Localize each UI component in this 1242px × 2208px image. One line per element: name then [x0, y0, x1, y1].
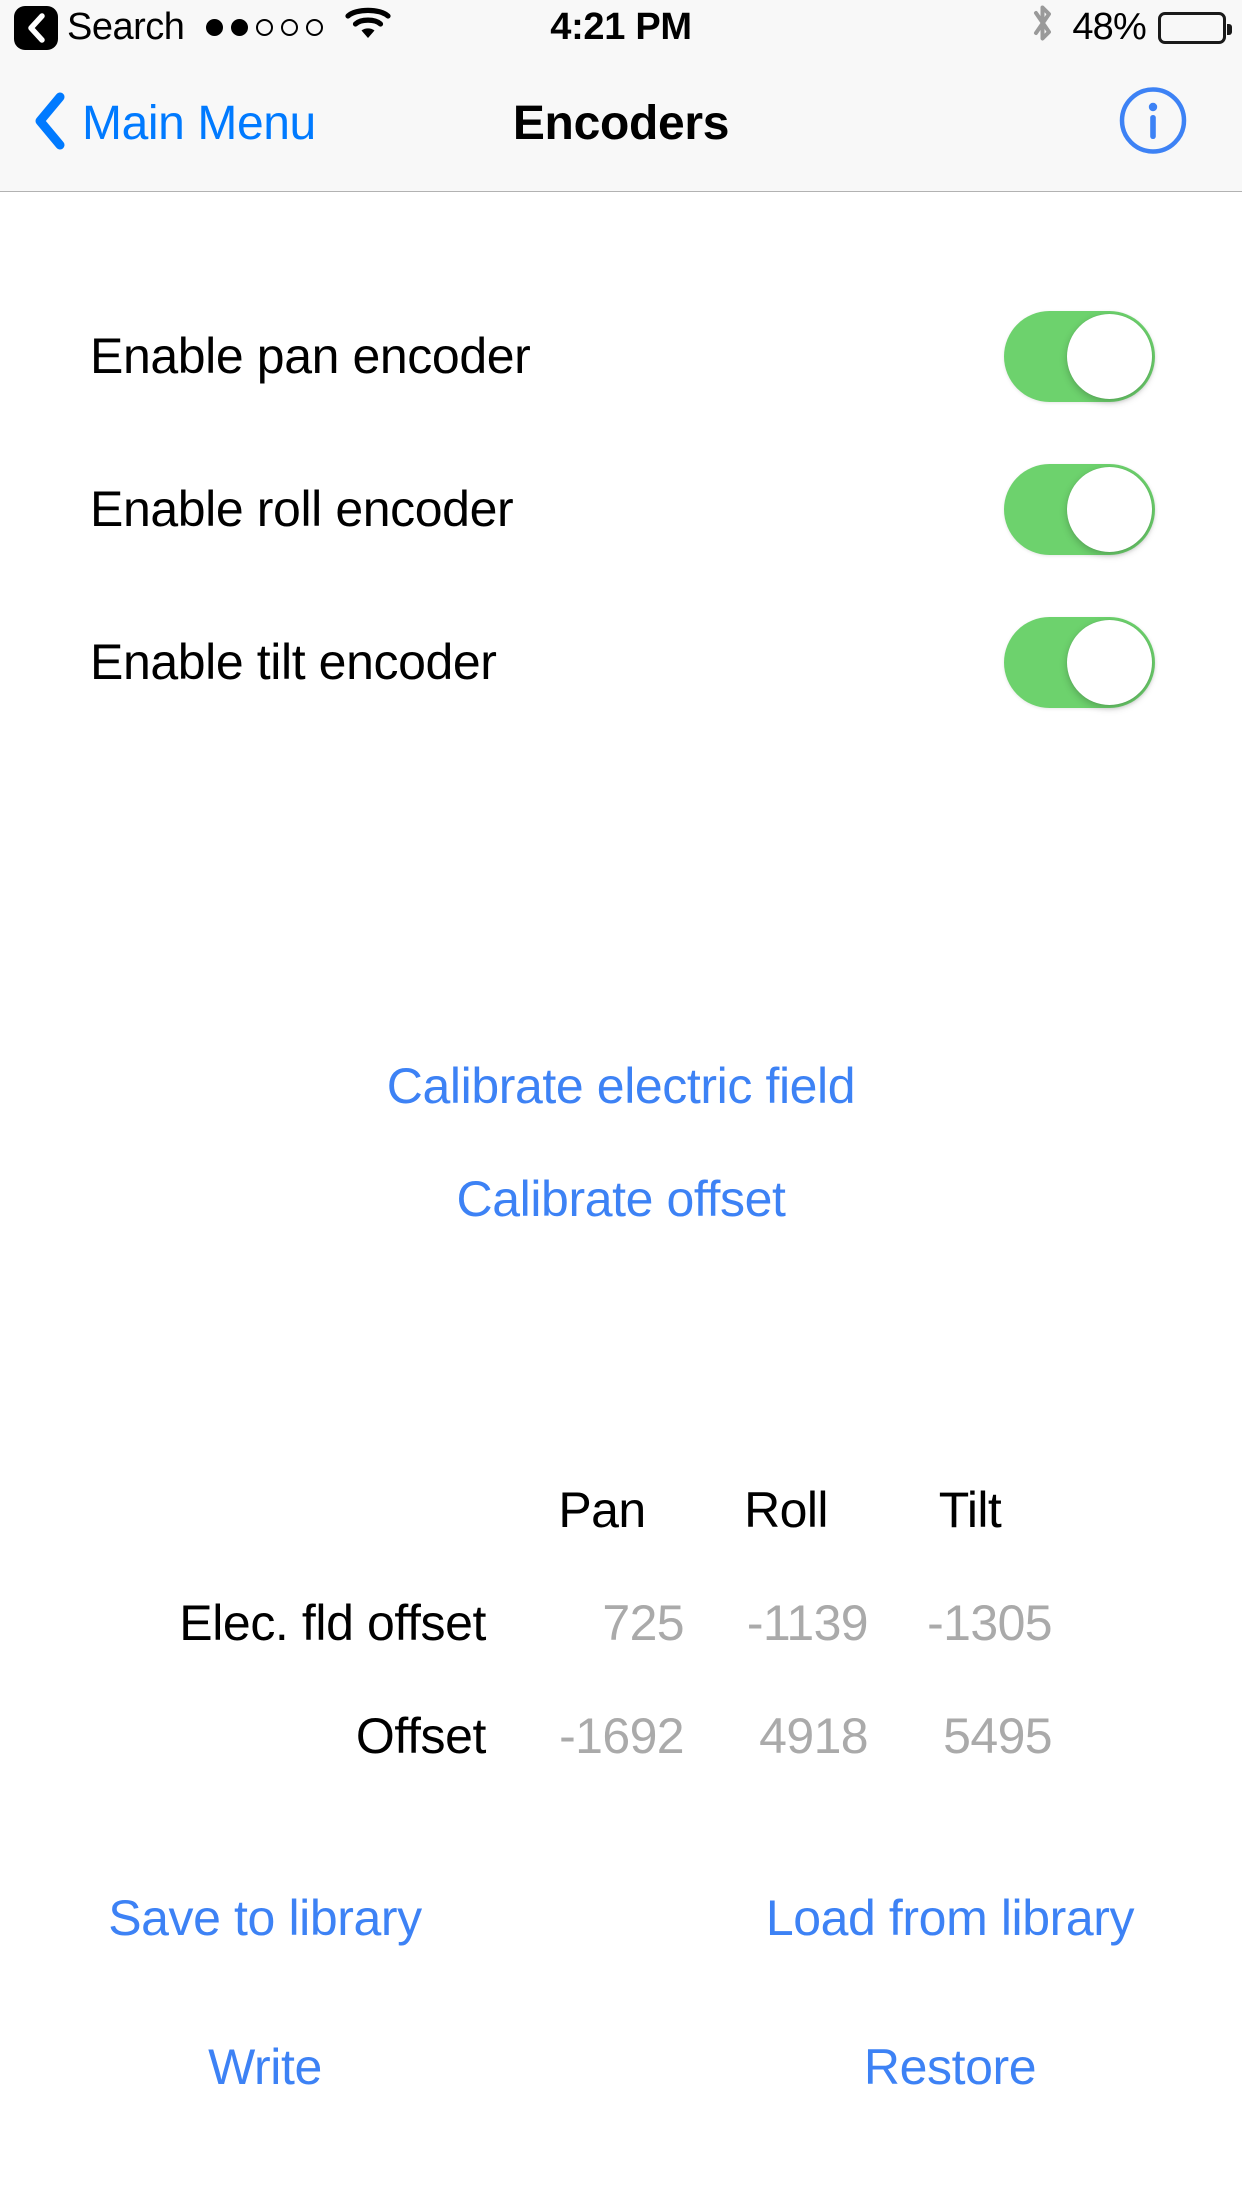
- table-cell-elec-fld-offset-roll: -1139: [746, 1594, 869, 1651]
- setting-label-tilt-encoder: Enable tilt encoder: [90, 634, 497, 690]
- signal-dot: [256, 19, 274, 36]
- signal-dot: [281, 19, 299, 36]
- status-bar-back-app-label[interactable]: Search: [67, 8, 185, 46]
- table-header-row: Pan Roll Tilt: [0, 1453, 1242, 1566]
- calibrate-electric-field-button[interactable]: Calibrate electric field: [0, 1057, 1242, 1115]
- table-cell-offset-pan: -1692: [559, 1707, 684, 1764]
- write-button[interactable]: Write: [62, 2038, 468, 2096]
- load-from-library-button[interactable]: Load from library: [720, 1889, 1180, 1947]
- signal-dot: [306, 19, 324, 36]
- cellular-signal-dots: [206, 19, 324, 36]
- encoder-values-table: Pan Roll Tilt Elec. fld offset 725 -1139…: [0, 1453, 1242, 1792]
- setting-label-pan-encoder: Enable pan encoder: [90, 328, 531, 384]
- signal-dot: [231, 19, 249, 36]
- status-bar: Search 4:21 PM 48%: [0, 0, 1242, 55]
- navigation-bar: Main Menu Encoders: [0, 55, 1242, 192]
- bluetooth-icon: [1030, 3, 1056, 52]
- wifi-icon: [345, 5, 392, 50]
- toggle-roll-encoder[interactable]: [1004, 463, 1155, 555]
- restore-button[interactable]: Restore: [720, 2038, 1180, 2096]
- app-screen: Search 4:21 PM 48% Main Menu Encoders En…: [0, 0, 1242, 2208]
- table-row-label-offset: Offset: [355, 1707, 486, 1764]
- info-circle-icon[interactable]: [1118, 86, 1188, 161]
- toggle-knob: [1067, 313, 1152, 399]
- setting-row-pan-encoder: Enable pan encoder: [0, 310, 1242, 402]
- table-column-header-pan: Pan: [558, 1481, 646, 1538]
- table-cell-offset-tilt: 5495: [943, 1707, 1052, 1764]
- table-column-header-roll: Roll: [744, 1481, 828, 1538]
- battery-icon: [1158, 11, 1232, 44]
- table-column-header-tilt: Tilt: [938, 1481, 1002, 1538]
- setting-label-roll-encoder: Enable roll encoder: [90, 481, 514, 537]
- save-to-library-button[interactable]: Save to library: [62, 1889, 468, 1947]
- table-cell-elec-fld-offset-pan: 725: [602, 1594, 684, 1651]
- table-row: Elec. fld offset 725 -1139 -1305: [0, 1566, 1242, 1679]
- return-to-app-button[interactable]: [14, 5, 58, 50]
- signal-dot: [206, 19, 224, 36]
- table-row-label-elec-fld-offset: Elec. fld offset: [179, 1594, 486, 1651]
- table-row: Offset -1692 4918 5495: [0, 1679, 1242, 1792]
- clock-time: 4:21 PM: [550, 6, 692, 48]
- battery-percent-label: 48%: [1072, 6, 1146, 48]
- setting-row-tilt-encoder: Enable tilt encoder: [0, 616, 1242, 708]
- calibrate-offset-button[interactable]: Calibrate offset: [0, 1170, 1242, 1228]
- page-title: Encoders: [512, 96, 730, 150]
- toggle-knob: [1067, 466, 1152, 552]
- toggle-tilt-encoder[interactable]: [1004, 616, 1155, 708]
- toggle-knob: [1067, 619, 1152, 705]
- chevron-left-icon: [25, 12, 47, 43]
- status-bar-right: 48%: [1030, 0, 1232, 55]
- content-area: Enable pan encoder Enable roll encoder E…: [0, 193, 1242, 2208]
- status-bar-left: Search: [14, 0, 392, 55]
- table-cell-elec-fld-offset-tilt: -1305: [927, 1594, 1052, 1651]
- table-cell-offset-roll: 4918: [759, 1707, 868, 1764]
- setting-row-roll-encoder: Enable roll encoder: [0, 463, 1242, 555]
- toggle-pan-encoder[interactable]: [1004, 310, 1155, 402]
